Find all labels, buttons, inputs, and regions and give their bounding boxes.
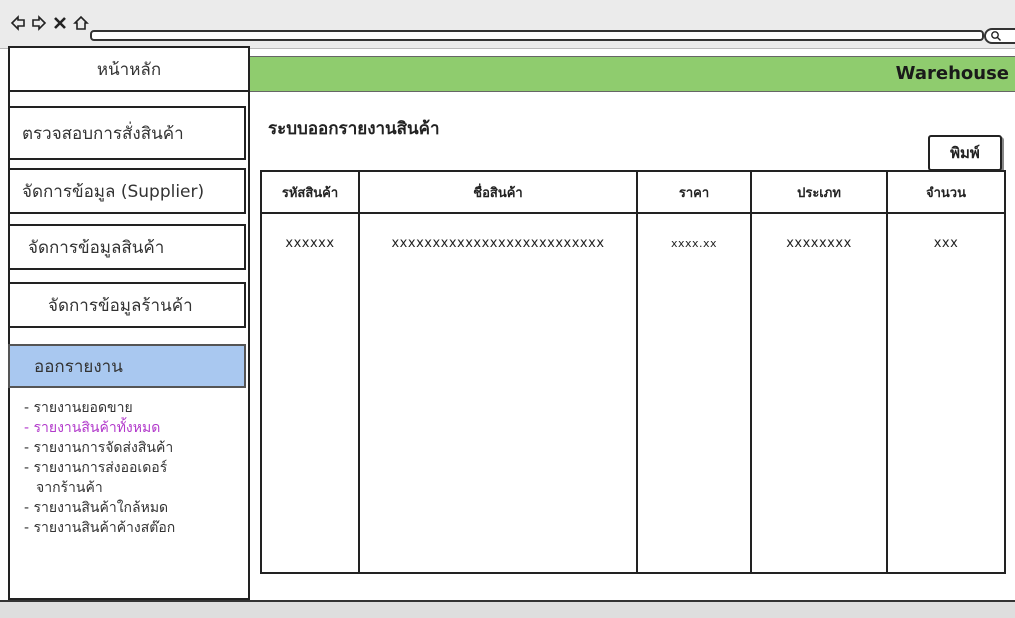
- sidebar-item-home[interactable]: หน้าหลัก: [8, 46, 250, 92]
- submenu-item-all-products-report[interactable]: - รายงานสินค้าทั้งหมด: [24, 418, 244, 438]
- sidebar-item-label: จัดการข้อมูล (Supplier): [22, 181, 205, 202]
- report-table: รหัสสินค้า ชื่อสินค้า ราคา ประเภท จำนวน …: [260, 170, 1006, 574]
- forward-arrow-icon[interactable]: [31, 14, 47, 32]
- submenu-item-sales-report[interactable]: - รายงานยอดขาย: [24, 398, 244, 418]
- sidebar-item-reports[interactable]: ออกรายงาน: [8, 344, 246, 388]
- reports-submenu: - รายงานยอดขาย - รายงานสินค้าทั้งหมด - ร…: [24, 398, 244, 538]
- app-header: Warehouse: [248, 56, 1015, 92]
- column-header-category: ประเภท: [797, 185, 841, 201]
- column-header-price: ราคา: [678, 185, 710, 201]
- submenu-item-shipping-report[interactable]: - รายงานการจัดส่งสินค้า: [24, 438, 244, 458]
- search-icon: [991, 31, 1001, 41]
- sidebar-item-label: จัดการข้อมูลร้านค้า: [48, 295, 193, 316]
- cell-quantity: xxx: [933, 235, 959, 251]
- back-arrow-icon[interactable]: [10, 14, 26, 32]
- sidebar-item-label: ออกรายงาน: [34, 356, 123, 377]
- sidebar: หน้าหลัก ตรวจสอบการสั่งสินค้า จัดการข้อม…: [8, 46, 250, 600]
- submenu-item-order-report[interactable]: - รายงานการส่งออเดอร์: [24, 458, 244, 478]
- url-bar[interactable]: [90, 30, 984, 41]
- status-bar: [0, 600, 1015, 618]
- column-header-quantity: จำนวน: [926, 185, 966, 201]
- cell-product-code: xxxxxx: [285, 235, 335, 251]
- home-icon[interactable]: [73, 14, 89, 32]
- sidebar-item-supplier[interactable]: จัดการข้อมูล (Supplier): [8, 168, 246, 214]
- submenu-item-overstock-report[interactable]: - รายงานสินค้าค้างสต๊อก: [24, 518, 244, 538]
- column-header-product-code: รหัสสินค้า: [281, 185, 339, 201]
- sidebar-item-label: จัดการข้อมูลสินค้า: [28, 237, 165, 258]
- cell-price: xxxx.xx: [670, 236, 718, 250]
- sidebar-item-stores[interactable]: จัดการข้อมูลร้านค้า: [8, 282, 246, 328]
- print-button[interactable]: พิมพ์: [928, 135, 1002, 171]
- column-header-product-name: ชื่อสินค้า: [473, 185, 523, 201]
- sidebar-item-check-orders[interactable]: ตรวจสอบการสั่งสินค้า: [8, 106, 246, 160]
- close-x-icon[interactable]: [52, 14, 68, 32]
- cell-category: xxxxxxxx: [786, 235, 852, 251]
- browser-toolbar: [0, 0, 1015, 49]
- header-divider: [262, 212, 1004, 214]
- page-title: ระบบออกรายงานสินค้า: [268, 119, 440, 139]
- cell-product-name: xxxxxxxxxxxxxxxxxxxxxxxxxx: [391, 235, 605, 251]
- sidebar-item-label: ตรวจสอบการสั่งสินค้า: [22, 123, 184, 144]
- submenu-item-order-report-line2[interactable]: จากร้านค้า: [24, 478, 244, 498]
- sidebar-item-products[interactable]: จัดการข้อมูลสินค้า: [8, 224, 246, 270]
- sidebar-item-label: หน้าหลัก: [96, 59, 162, 80]
- submenu-item-low-stock-report[interactable]: - รายงานสินค้าใกล้หมด: [24, 498, 244, 518]
- search-box[interactable]: [984, 28, 1015, 44]
- brand-title: Warehouse: [895, 63, 1009, 84]
